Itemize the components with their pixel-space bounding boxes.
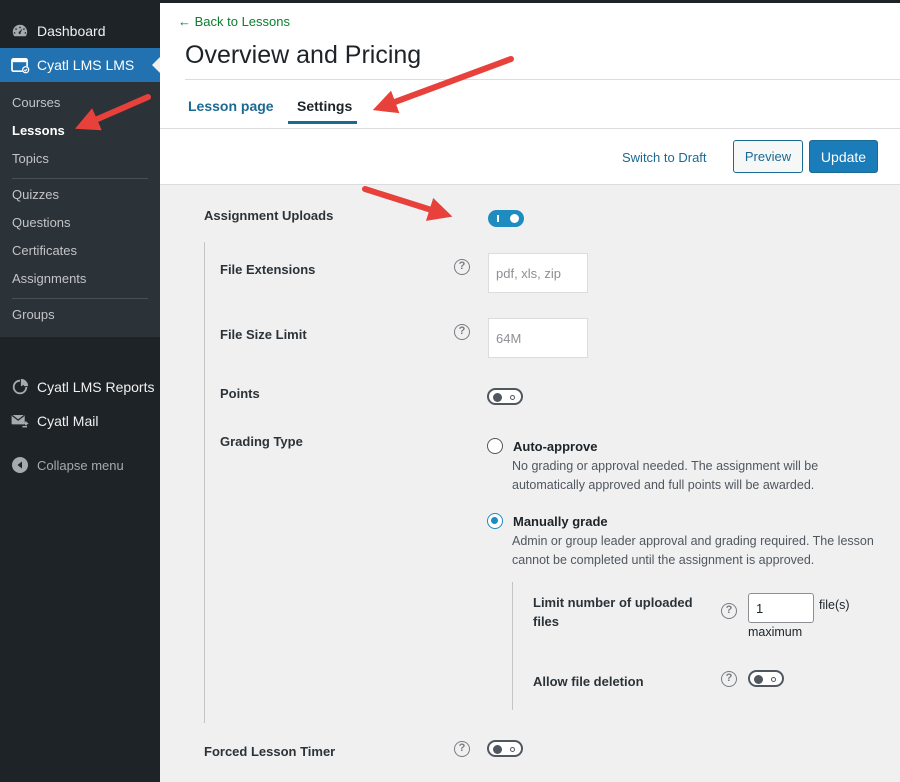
red-arrow-annotation — [372, 56, 514, 114]
red-arrow-annotation — [362, 186, 453, 221]
red-arrow-annotation — [74, 94, 151, 131]
annotation-arrows — [74, 56, 514, 221]
